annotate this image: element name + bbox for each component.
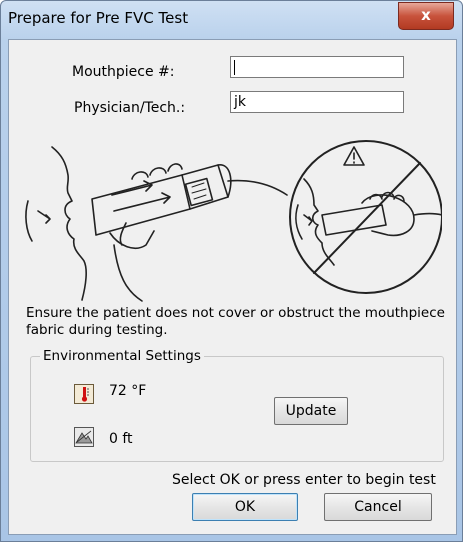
temperature-value: 72 °F [109, 383, 147, 399]
mouthpiece-label: Mouthpiece #: [72, 64, 175, 80]
thermometer-icon [74, 384, 94, 404]
physician-value: jk [234, 94, 246, 110]
title-bar[interactable]: Prepare for Pre FVC Test x [1, 1, 462, 39]
update-button[interactable]: Update [274, 397, 348, 425]
text-caret [234, 59, 235, 75]
physician-input[interactable]: jk [230, 91, 404, 113]
close-icon: x [421, 6, 431, 24]
mountain-icon [74, 427, 94, 447]
cancel-button[interactable]: Cancel [324, 493, 432, 521]
altitude-value: 0 ft [109, 431, 133, 447]
close-button[interactable]: x [398, 2, 454, 30]
prohibited-usage-drawing [289, 140, 442, 294]
physician-label: Physician/Tech.: [74, 100, 186, 116]
begin-test-prompt: Select OK or press enter to begin test [172, 472, 436, 488]
instruction-text: Ensure the patient does not cover or obs… [26, 305, 445, 338]
ok-button[interactable]: OK [192, 493, 298, 521]
mouthpiece-input[interactable] [230, 56, 404, 78]
dialog-title: Prepare for Pre FVC Test [8, 9, 189, 27]
environmental-settings-title: Environmental Settings [40, 348, 204, 364]
mouthpiece-illustration [25, 140, 442, 302]
correct-usage-drawing [25, 146, 288, 302]
